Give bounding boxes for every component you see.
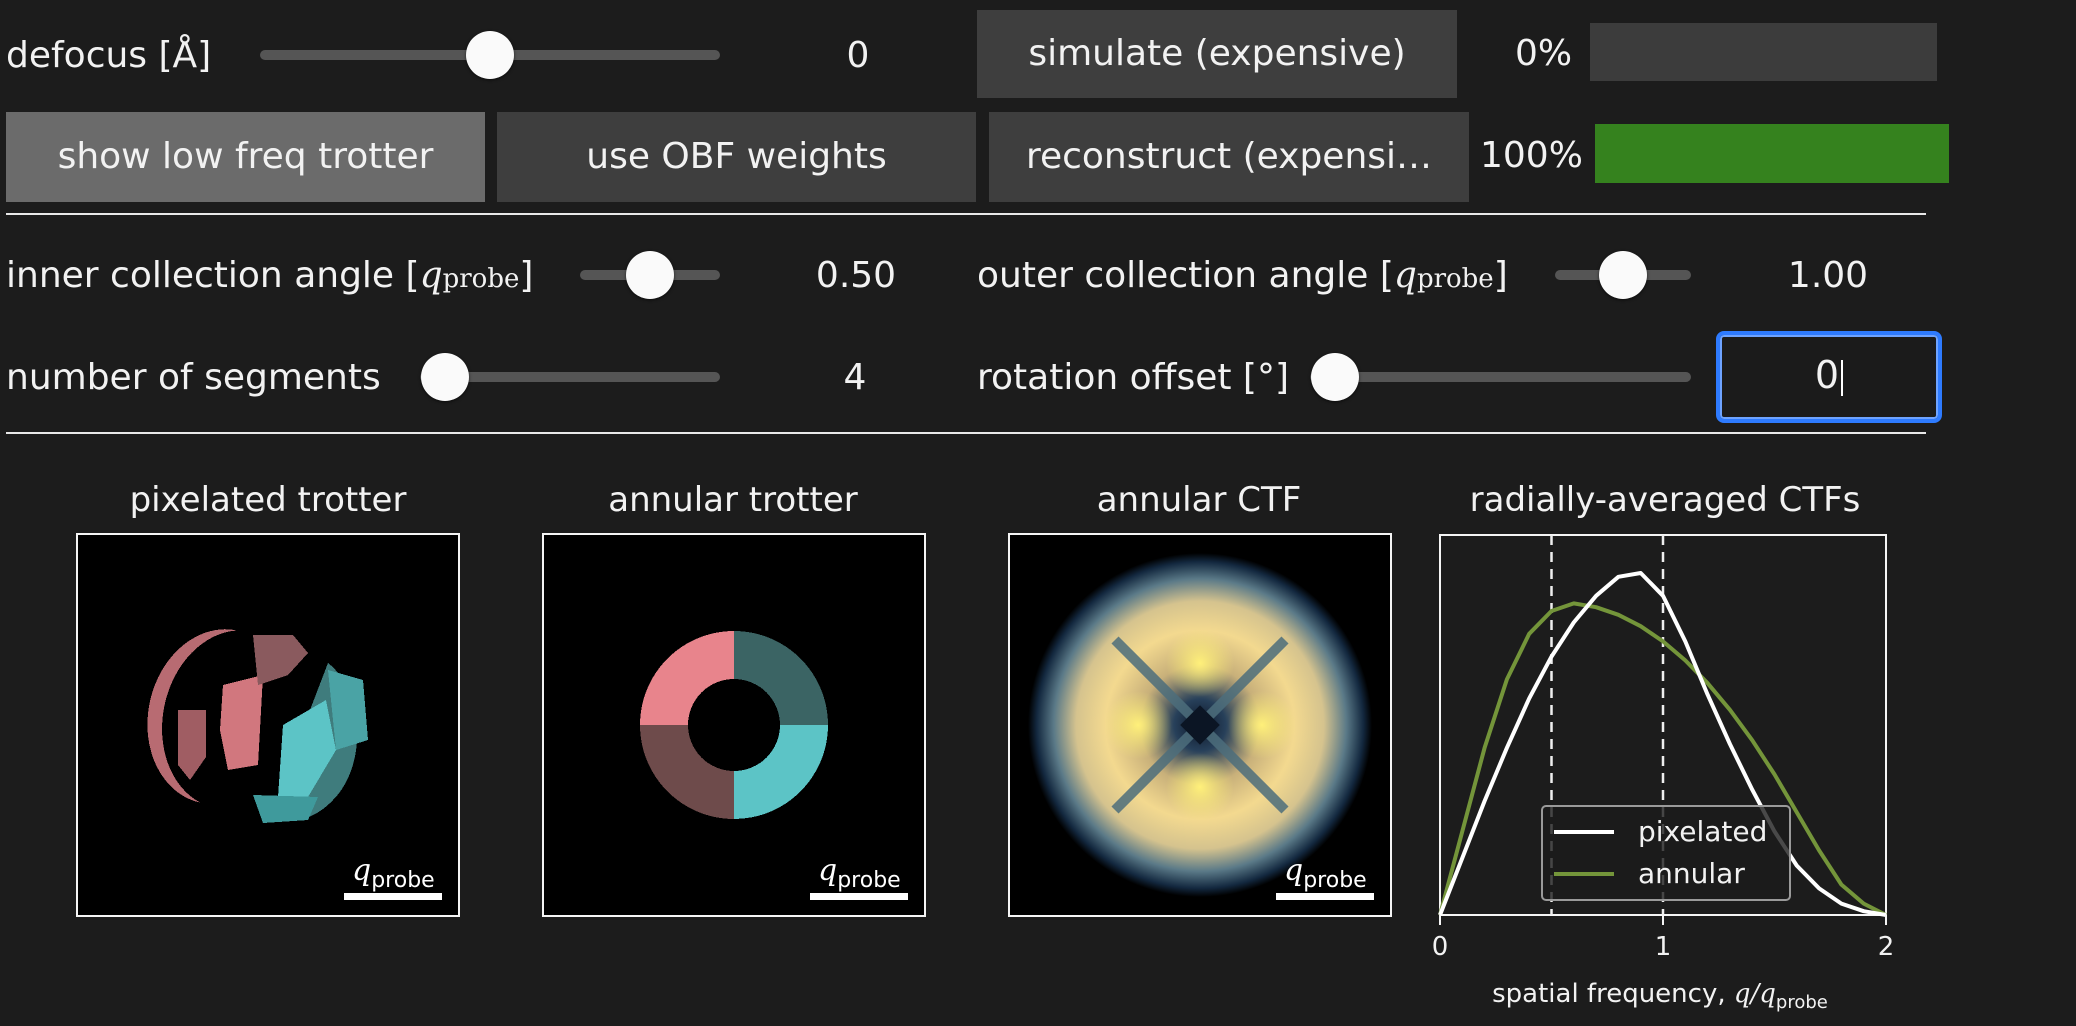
reconstruct-progress-bar [1595,124,1949,183]
ctf-lobe [1228,691,1296,759]
outer-angle-label-subscript: probe [1416,264,1494,294]
radially-averaged-ctfs-chart: 0 1 2 pixelated annular spatial frequency, … [1430,528,1930,1022]
chart-x-tick-label: 1 [1655,932,1672,962]
chart-legend: pixelated annular [1541,805,1791,901]
divider-top [6,213,1926,215]
quadrant-bottom-left [640,725,734,819]
rotation-offset-label: rotation offset [°] [977,357,1289,398]
text-caret [1841,359,1844,396]
rotation-slider-track[interactable] [1310,372,1691,382]
outer-angle-value: 1.00 [1787,255,1869,296]
ctf-lobe [1166,753,1234,821]
chart-svg: 0 1 2 pixelated annular spatial frequency, … [1432,534,1895,1013]
outer-angle-slider-handle[interactable] [1599,251,1647,299]
ctf-lobe [1166,629,1234,697]
inner-angle-label-text: inner collection angle [ [6,255,420,296]
segments-slider-handle[interactable] [421,353,469,401]
scalebar-label: qprobe [352,853,435,893]
simulate-progress-text: 0% [1515,33,1573,74]
inner-angle-label-close: ] [519,255,534,296]
panel-title-annular-ctf: annular CTF [1096,480,1302,520]
reconstruct-button[interactable]: reconstruct (expensi… [989,112,1469,202]
use-obf-weights-button[interactable]: use OBF weights [497,112,976,202]
panel-title-annular-trotter: annular trotter [608,480,858,520]
divider-bottom [6,432,1926,434]
quadrant-top-right [734,631,828,725]
scalebar [1276,893,1374,900]
chart-x-axis-label: spatial frequency, q/qprobe [1492,979,1828,1013]
reconstruct-progress-text: 100% [1480,135,1583,176]
scalebar-symbol: q [352,853,372,888]
scalebar-subscript: probe [1303,868,1367,893]
scalebar-symbol: q [1284,853,1304,888]
chart-x-axis-label-subscript: probe [1776,992,1828,1013]
outer-angle-label-symbol: q [1393,255,1417,296]
chart-legend-label-annular: annular [1638,857,1745,890]
scalebar-subscript: probe [371,868,435,893]
panel-title-pixelated-trotter: pixelated trotter [129,480,407,520]
inner-angle-slider-handle[interactable] [626,251,674,299]
chart-x-tick-label: 2 [1878,932,1895,962]
simulate-button[interactable]: simulate (expensive) [977,10,1457,98]
rotation-offset-input-value: 0 [1814,353,1840,397]
quadrant-top-left [640,631,734,725]
defocus-label: defocus [Å] [6,35,212,76]
simulate-progress-bar [1590,23,1937,81]
chart-legend-label-pixelated: pixelated [1638,815,1767,848]
scalebar [344,893,442,900]
inner-angle-label-symbol: q [419,255,443,296]
inner-angle-value: 0.50 [815,255,897,296]
annular-ctf-panel: qprobe [1008,533,1392,917]
chart-x-axis-label-text: spatial frequency, [1492,979,1734,1009]
defocus-value: 0 [846,35,870,76]
outer-angle-label-text: outer collection angle [ [977,255,1394,296]
segments-label: number of segments [6,357,381,398]
chart-x-tick-label: 0 [1432,932,1449,962]
outer-angle-label-close: ] [1493,255,1508,296]
show-low-freq-trotter-button[interactable]: show low freq trotter [6,112,485,202]
defocus-slider-handle[interactable] [466,31,514,79]
scalebar-label: qprobe [1284,853,1367,893]
chart-title: radially-averaged CTFs [1469,480,1861,520]
scalebar [810,893,908,900]
inner-angle-label: inner collection angle [qprobe] [6,252,533,303]
rotation-slider-handle[interactable] [1311,353,1359,401]
pixelated-trotter-panel: qprobe [76,533,460,917]
reconstruct-progress-fill [1595,124,1949,183]
scalebar-label: qprobe [818,853,901,893]
scalebar-subscript: probe [837,868,901,893]
inner-angle-label-subscript: probe [442,264,520,294]
rotation-offset-input[interactable]: 0 [1716,331,1942,423]
chart-x-axis-label-symbol: q/q [1734,979,1776,1009]
segments-value: 4 [843,357,867,398]
ctf-lobe [1104,691,1172,759]
quadrant-bottom-right [734,725,828,819]
outer-angle-label: outer collection angle [qprobe] [977,252,1508,303]
annular-trotter-panel: qprobe [542,533,926,917]
scalebar-symbol: q [818,853,838,888]
